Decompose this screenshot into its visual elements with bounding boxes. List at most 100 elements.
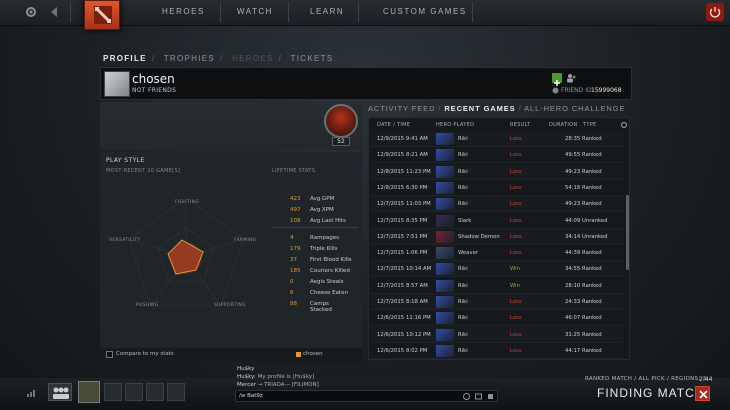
table-row[interactable]: 12/7/2015 11:03 PM Riki Loss 49:23 Ranked (371, 196, 623, 213)
radar-label-pushing: PUSHING (136, 303, 159, 308)
column-header-duration[interactable]: DURATION (549, 122, 577, 128)
tab-tickets[interactable]: TICKETS (291, 54, 334, 63)
tab-trophies[interactable]: TROPHIES (164, 54, 215, 63)
table-row[interactable]: 12/7/2015 8:35 PM Slark Loss 44:09 Unranked (371, 213, 623, 229)
back-arrow-icon[interactable] (48, 6, 60, 18)
nav-learn[interactable]: LEARN (310, 7, 344, 16)
cell-result: Loss (510, 250, 522, 257)
cell-hero: Riki (458, 347, 468, 354)
cell-result: Loss (510, 233, 522, 240)
table-row[interactable]: 12/7/2015 8:57 AM Riki Win 28:10 Ranked (371, 278, 623, 294)
friends-icon[interactable] (566, 73, 577, 83)
power-button[interactable] (706, 3, 724, 21)
cell-time: 8:21 AM (406, 152, 428, 159)
hero-icon (436, 344, 454, 357)
nav-heroes[interactable]: HEROES (162, 7, 205, 16)
party-slot[interactable] (104, 383, 122, 401)
cell-duration: 49:23 (565, 168, 581, 175)
signal-icon[interactable] (26, 388, 36, 398)
stat-value: 4 (290, 235, 294, 241)
tab-recent-games[interactable]: RECENT GAMES (444, 104, 515, 113)
cell-time: 11:23 PM (406, 168, 431, 175)
recent-games-label: MOST RECENT 20 GAME[S] (106, 168, 181, 174)
stat-label: Rampages (310, 235, 340, 241)
tab-activity-feed[interactable]: ACTIVITY FEED (368, 104, 435, 113)
table-row[interactable]: 12/9/2015 9:41 AM Riki Loss 28:35 Ranked (371, 131, 623, 147)
cell-duration: 24:33 (565, 299, 581, 305)
table-row[interactable]: 12/7/2015 10:14 AM Riki Win 34:55 Ranked (371, 261, 623, 278)
compare-checkbox[interactable] (106, 351, 113, 358)
nav-custom-games[interactable]: CUSTOM GAMES (383, 7, 467, 16)
table-row[interactable]: 12/6/2015 8:02 PM Riki Loss 44:17 Ranked (371, 343, 623, 359)
chat-sender[interactable]: Hu$ky (237, 374, 254, 380)
party-button[interactable] (48, 383, 72, 401)
playstyle-title: PLAY STYLE (106, 157, 145, 164)
cell-hero: Riki (458, 282, 468, 289)
party-icon (53, 387, 69, 399)
stat-label: Avg XPM (310, 207, 334, 213)
nav-watch[interactable]: WATCH (237, 7, 273, 16)
cell-type: Ranked (582, 136, 602, 142)
dota-logo-button[interactable] (84, 0, 120, 30)
stat-value: 497 (290, 207, 301, 213)
column-header-result[interactable]: RESULT (510, 122, 530, 128)
cell-hero: Riki (458, 168, 468, 175)
compare-label[interactable]: Compare to my stats (116, 351, 174, 357)
chat-settings-icon[interactable] (487, 393, 494, 400)
column-header-type[interactable]: TYPE (583, 122, 596, 128)
emoticon-icon[interactable] (463, 393, 470, 400)
player-avatar[interactable] (78, 381, 100, 403)
gear-icon[interactable] (620, 121, 628, 129)
matchmaking-timer: 2:44 (699, 376, 713, 383)
radar-label-versatility: VERSATILITY (109, 238, 141, 243)
column-header-date[interactable]: DATE / TIME (377, 122, 410, 128)
chat-input[interactable]: /w Bat9z (235, 390, 498, 402)
cell-time: 10:14 AM (406, 266, 432, 273)
games-scrollbar[interactable] (626, 195, 629, 270)
stat-value: 37 (290, 257, 297, 263)
stat-row: 185 Couriers Killed (290, 268, 352, 278)
hero-icon (436, 133, 454, 145)
channel-icon[interactable] (475, 393, 482, 400)
column-header-hero[interactable]: HERO PLAYED (436, 122, 474, 128)
cell-hero: Shadow Demon (458, 233, 500, 240)
cell-time: 11:16 PM (406, 315, 431, 322)
party-slot[interactable] (146, 383, 164, 401)
cell-date: 12/7/2015 (377, 217, 405, 224)
cell-type: Ranked (582, 347, 602, 354)
table-row[interactable]: 12/7/2015 1:06 PM Weaver Loss 44:39 Ranked (371, 245, 623, 262)
tab-all-hero-challenge[interactable]: ALL-HERO CHALLENGE (524, 104, 625, 113)
hero-icon (436, 328, 454, 341)
featured-hero-portrait[interactable] (324, 104, 358, 138)
party-slot[interactable] (125, 383, 143, 401)
hero-icon (436, 247, 454, 260)
matchmaking-info: RANKED MATCH / ALL PICK / REGIONS: 3 (585, 376, 707, 382)
gear-icon[interactable] (24, 5, 38, 19)
tab-profile[interactable]: PROFILE (103, 54, 147, 63)
cancel-search-button[interactable] (695, 386, 710, 401)
chat-sender[interactable]: Hu$ky (237, 366, 254, 372)
table-row[interactable]: 12/8/2015 6:30 PM Riki Loss 54:18 Ranked (371, 180, 623, 196)
table-row[interactable]: 12/7/2015 7:51 PM Shadow Demon Loss 34:14 Unr… (371, 228, 623, 245)
table-row[interactable]: 12/8/2015 11:23 PM Riki Loss 49:23 Ranked (371, 163, 623, 180)
tab-heroes[interactable]: HEROES (232, 54, 274, 63)
cell-time: 8:57 AM (406, 282, 428, 289)
table-row[interactable]: 12/9/2015 8:21 AM Riki Loss 49:55 Ranked (371, 147, 623, 164)
cell-duration: 44:09 (565, 217, 581, 224)
friend-id-label: FRIEND ID (561, 87, 592, 94)
stat-label: Cheese Eaten (310, 290, 348, 296)
table-row[interactable]: 12/6/2015 10:12 PM Riki Loss 31:25 Ranked (371, 326, 623, 343)
steam-icon (552, 87, 559, 94)
party-slot[interactable] (167, 383, 185, 401)
cell-time: 1:06 PM (406, 250, 428, 257)
hero-icon (436, 214, 454, 227)
chat-sender[interactable]: Mercer (237, 382, 256, 388)
add-friend-button[interactable] (552, 73, 562, 86)
table-row[interactable]: 12/6/2015 11:16 PM Riki Loss 46:07 Ranked (371, 310, 623, 327)
cell-result: Win (510, 282, 520, 289)
cell-hero: Riki (458, 184, 468, 191)
avatar[interactable] (104, 71, 130, 97)
table-row[interactable]: 12/7/2015 8:18 AM Riki Loss 24:33 Ranked (371, 294, 623, 310)
hero-icon (436, 230, 454, 243)
cell-type: Ranked (582, 282, 602, 289)
